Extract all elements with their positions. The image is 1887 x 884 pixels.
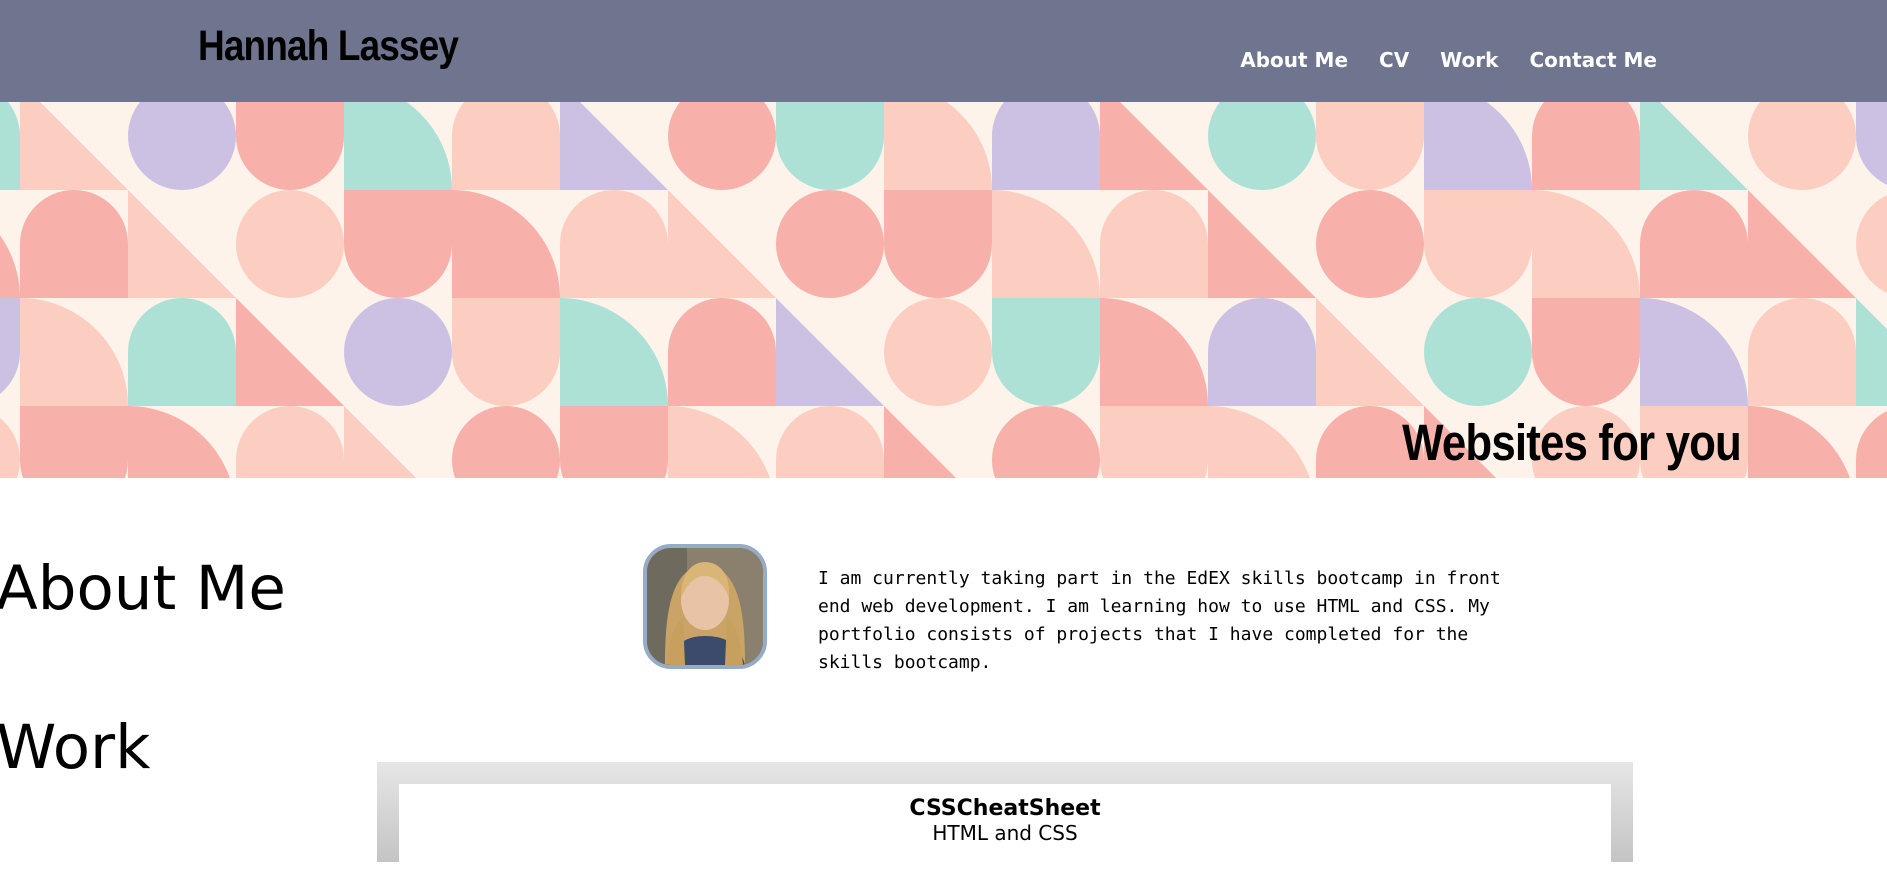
pattern-shape	[1748, 190, 1856, 298]
pattern-shape	[236, 406, 344, 478]
pattern-shape	[1748, 298, 1856, 406]
pattern-shape	[1100, 190, 1208, 298]
pattern-shape	[236, 298, 344, 406]
pattern-shape	[1748, 102, 1856, 190]
pattern-shape	[128, 298, 236, 406]
pattern-shape	[128, 102, 236, 190]
pattern-shape	[776, 102, 884, 190]
pattern-shape	[1640, 190, 1748, 298]
pattern-shape	[560, 298, 668, 406]
pattern-shape	[776, 406, 884, 478]
pattern-shape	[20, 406, 128, 478]
pattern-shape	[344, 102, 452, 190]
site-header: Hannah Lassey About Me CV Work Contact M…	[0, 0, 1887, 102]
pattern-shape	[1208, 190, 1316, 298]
pattern-shape	[992, 406, 1100, 478]
pattern-shape	[1856, 195, 1887, 293]
pattern-shape	[1100, 406, 1208, 478]
pattern-shape	[1100, 298, 1208, 406]
project-subtitle: HTML and CSS	[932, 821, 1078, 845]
pattern-shape	[560, 102, 668, 190]
pattern-shape	[668, 298, 776, 406]
pattern-shape	[884, 406, 956, 478]
pattern-shape	[884, 298, 992, 406]
pattern-shape	[1316, 298, 1424, 406]
pattern-shape	[668, 406, 770, 478]
pattern-shape	[668, 190, 776, 298]
pattern-shape	[1856, 298, 1887, 406]
project-title[interactable]: CSSCheatSheet	[399, 784, 1611, 821]
pattern-shape	[0, 102, 20, 190]
pattern-shape	[452, 102, 560, 190]
nav-link-cv[interactable]: CV	[1379, 48, 1409, 72]
pattern-shape	[344, 406, 416, 478]
pattern-shape	[344, 298, 452, 406]
pattern-shape	[236, 102, 344, 190]
pattern-shape	[776, 190, 884, 298]
pattern-shape	[884, 102, 992, 190]
pattern-shape	[1856, 102, 1887, 185]
profile-photo-image	[647, 548, 763, 665]
pattern-shape	[344, 190, 452, 298]
pattern-shape	[128, 190, 236, 298]
pattern-shape	[20, 102, 128, 190]
project-card-frame: CSSCheatSheet HTML and CSS	[377, 762, 1633, 884]
pattern-shape	[20, 190, 128, 298]
nav-link-contact-me[interactable]: Contact Me	[1529, 48, 1657, 72]
pattern-shape	[0, 418, 20, 478]
pattern-shape	[992, 298, 1100, 406]
pattern-shape	[452, 190, 560, 298]
hero-banner: Websites for you	[0, 102, 1887, 478]
pattern-shape	[128, 406, 230, 478]
pattern-shape	[1100, 102, 1208, 190]
pattern-shape	[452, 406, 560, 478]
pattern-shape	[1208, 102, 1316, 190]
pattern-shape	[1532, 190, 1640, 298]
pattern-shape	[0, 298, 20, 394]
pattern-shape	[236, 190, 344, 298]
pattern-shape	[1748, 406, 1850, 478]
pattern-shape	[1640, 298, 1748, 406]
nav-link-about-me[interactable]: About Me	[1240, 48, 1348, 72]
pattern-shape	[1532, 298, 1640, 406]
pattern-shape	[1208, 406, 1310, 478]
pattern-shape	[884, 190, 992, 298]
pattern-shape	[560, 406, 668, 478]
site-title[interactable]: Hannah Lassey	[198, 22, 459, 71]
pattern-shape	[1316, 102, 1424, 190]
pattern-shape	[1316, 190, 1424, 298]
nav-link-work[interactable]: Work	[1440, 48, 1498, 72]
hero-tagline: Websites for you	[1402, 414, 1742, 471]
about-heading: About Me	[0, 553, 286, 624]
pattern-shape	[776, 298, 884, 406]
pattern-shape	[992, 190, 1100, 298]
pattern-shape	[992, 102, 1100, 190]
profile-photo	[643, 544, 767, 669]
pattern-shape	[1532, 102, 1640, 190]
pattern-shape	[452, 298, 560, 406]
pattern-shape	[0, 235, 20, 298]
project-card[interactable]: CSSCheatSheet HTML and CSS	[399, 784, 1611, 884]
pattern-shape	[1856, 411, 1887, 478]
pattern-shape	[1424, 298, 1532, 406]
about-description: I am currently taking part in the EdEX s…	[818, 568, 1501, 673]
pattern-shape	[1640, 102, 1748, 190]
pattern-shape	[560, 190, 668, 298]
pattern-shape	[20, 298, 128, 406]
main-nav: About Me CV Work Contact Me	[1240, 48, 1657, 72]
pattern-shape	[1424, 102, 1532, 190]
pattern-shape	[1424, 190, 1532, 298]
pattern-shape	[668, 102, 776, 190]
pattern-shape	[1208, 298, 1316, 406]
work-heading: Work	[0, 712, 151, 783]
